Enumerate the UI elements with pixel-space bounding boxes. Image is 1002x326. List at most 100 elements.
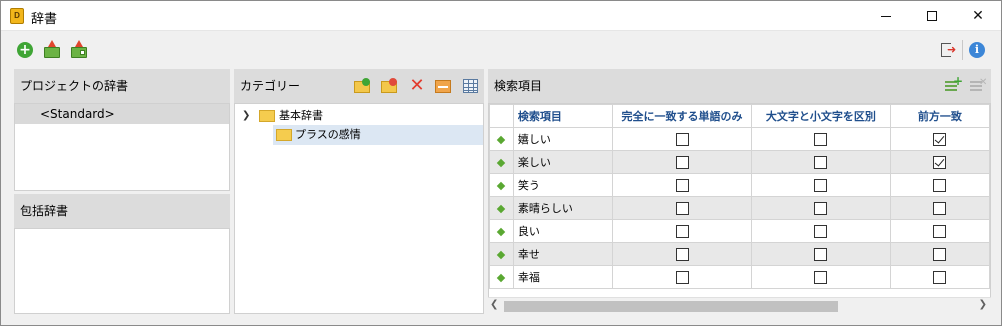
exact-cell (612, 219, 752, 243)
table-row[interactable]: 楽しい (489, 150, 990, 174)
scroll-left-icon[interactable]: ❮ (490, 299, 498, 310)
add-item-icon[interactable]: + (945, 75, 963, 94)
diamond-icon (497, 158, 506, 168)
prefix-checkbox[interactable] (933, 179, 947, 192)
rename-category-icon[interactable] (435, 78, 451, 94)
toolbar-divider (962, 40, 963, 60)
diamond-icon (497, 227, 506, 237)
add-dictionary-icon[interactable]: + (17, 42, 33, 58)
case-cell (750, 127, 891, 151)
case-checkbox[interactable] (814, 202, 828, 215)
window-title: 辞書 (31, 12, 58, 27)
exact-checkbox[interactable] (675, 156, 689, 169)
column-header[interactable]: 完全に一致する単語のみ (612, 104, 752, 128)
case-checkbox[interactable] (814, 225, 828, 238)
category-tree[interactable]: ❯ 基本辞書 プラスの感情 (234, 103, 484, 314)
search-items-grid: 検索項目 完全に一致する単語のみ 大文字と小文字を区別 前方一致 嬉しい 楽しい笑… (488, 103, 991, 314)
exit-icon[interactable]: ➜ (941, 42, 957, 58)
prefix-checkbox[interactable] (933, 156, 947, 169)
table-row[interactable]: 嬉しい (489, 127, 990, 151)
tree-item-child[interactable]: プラスの感情 (273, 125, 483, 145)
prefix-checkbox[interactable] (933, 133, 947, 146)
folder-icon (259, 110, 275, 122)
search-term[interactable]: 幸福 (512, 265, 614, 289)
prefix-checkbox[interactable] (933, 248, 947, 261)
case-checkbox[interactable] (814, 133, 828, 146)
case-checkbox[interactable] (814, 156, 828, 169)
minimize-button[interactable] (863, 1, 909, 31)
prefix-cell (889, 196, 990, 220)
search-term[interactable]: 笑う (512, 173, 614, 197)
category-header: カテゴリー ✕ (234, 69, 484, 103)
import-icon[interactable] (71, 40, 87, 58)
exact-cell (612, 173, 752, 197)
info-icon[interactable]: i (969, 42, 985, 58)
toolbar: + ➜ i (1, 32, 1001, 68)
exact-checkbox[interactable] (675, 179, 689, 192)
export-icon[interactable] (44, 40, 60, 58)
search-term[interactable]: 良い (512, 219, 614, 243)
row-marker (489, 173, 514, 197)
horizontal-scrollbar[interactable]: ❮ ❯ (488, 297, 991, 314)
search-term[interactable]: 嬉しい (512, 127, 614, 151)
exact-checkbox[interactable] (675, 248, 689, 261)
case-checkbox[interactable] (814, 179, 828, 192)
prefix-checkbox[interactable] (933, 271, 947, 284)
exact-checkbox[interactable] (675, 271, 689, 284)
table-row[interactable]: 笑う (489, 173, 990, 197)
prefix-cell (889, 242, 990, 266)
project-dictionary-header: プロジェクトの辞書 (14, 69, 230, 103)
row-marker (489, 150, 514, 174)
search-items-title: 検索項目 (494, 79, 543, 93)
exact-cell (612, 127, 752, 151)
case-cell (750, 265, 891, 289)
table-row[interactable]: 素晴らしい (489, 196, 990, 220)
case-checkbox[interactable] (814, 248, 828, 261)
inclusive-dictionary-header: 包括辞書 (14, 194, 230, 228)
case-checkbox[interactable] (814, 271, 828, 284)
exact-checkbox[interactable] (675, 202, 689, 215)
search-term[interactable]: 幸せ (512, 242, 614, 266)
row-marker (489, 265, 514, 289)
category-toolbar: ✕ (234, 77, 484, 95)
diamond-icon (497, 204, 506, 214)
inclusive-dictionary-list[interactable] (14, 228, 230, 314)
row-marker (489, 127, 514, 151)
add-category-icon[interactable] (354, 78, 370, 94)
prefix-checkbox[interactable] (933, 225, 947, 238)
project-dictionary-list[interactable]: <Standard> (14, 103, 230, 191)
list-item-standard[interactable]: <Standard> (15, 104, 229, 124)
minimize-icon (881, 15, 891, 17)
column-header[interactable]: 前方一致 (889, 104, 990, 128)
scroll-right-icon[interactable]: ❯ (979, 299, 987, 310)
exact-checkbox[interactable] (675, 225, 689, 238)
maximize-button[interactable] (909, 1, 955, 31)
diamond-icon (497, 250, 506, 260)
table-row[interactable]: 幸せ (489, 242, 990, 266)
table-view-icon[interactable] (463, 78, 479, 94)
exact-cell (612, 265, 752, 289)
delete-icon[interactable]: ✕ (409, 77, 425, 95)
table-row[interactable]: 幸福 (489, 265, 990, 289)
exact-checkbox[interactable] (675, 133, 689, 146)
tree-item-root[interactable]: ❯ 基本辞書 (239, 106, 483, 126)
exact-cell (612, 196, 752, 220)
scrollbar-thumb[interactable] (504, 301, 838, 312)
case-cell (750, 196, 891, 220)
table-header-row: 検索項目 完全に一致する単語のみ 大文字と小文字を区別 前方一致 (489, 104, 990, 128)
chevron-down-icon[interactable]: ❯ (242, 106, 250, 126)
search-term[interactable]: 楽しい (512, 150, 614, 174)
remove-item-icon[interactable]: ✕ (970, 78, 987, 94)
exact-cell (612, 242, 752, 266)
remove-category-icon[interactable] (381, 78, 397, 94)
table-row[interactable]: 良い (489, 219, 990, 243)
close-button[interactable]: ✕ (955, 1, 1001, 31)
row-marker (489, 196, 514, 220)
column-header[interactable]: 検索項目 (512, 104, 614, 128)
table-body: 嬉しい 楽しい 笑う 素晴らしい 良い 幸せ 幸福 (489, 127, 990, 289)
search-term[interactable]: 素晴らしい (512, 196, 614, 220)
prefix-cell (889, 127, 990, 151)
column-header[interactable]: 大文字と小文字を区別 (750, 104, 891, 128)
diamond-icon (497, 181, 506, 191)
prefix-checkbox[interactable] (933, 202, 947, 215)
